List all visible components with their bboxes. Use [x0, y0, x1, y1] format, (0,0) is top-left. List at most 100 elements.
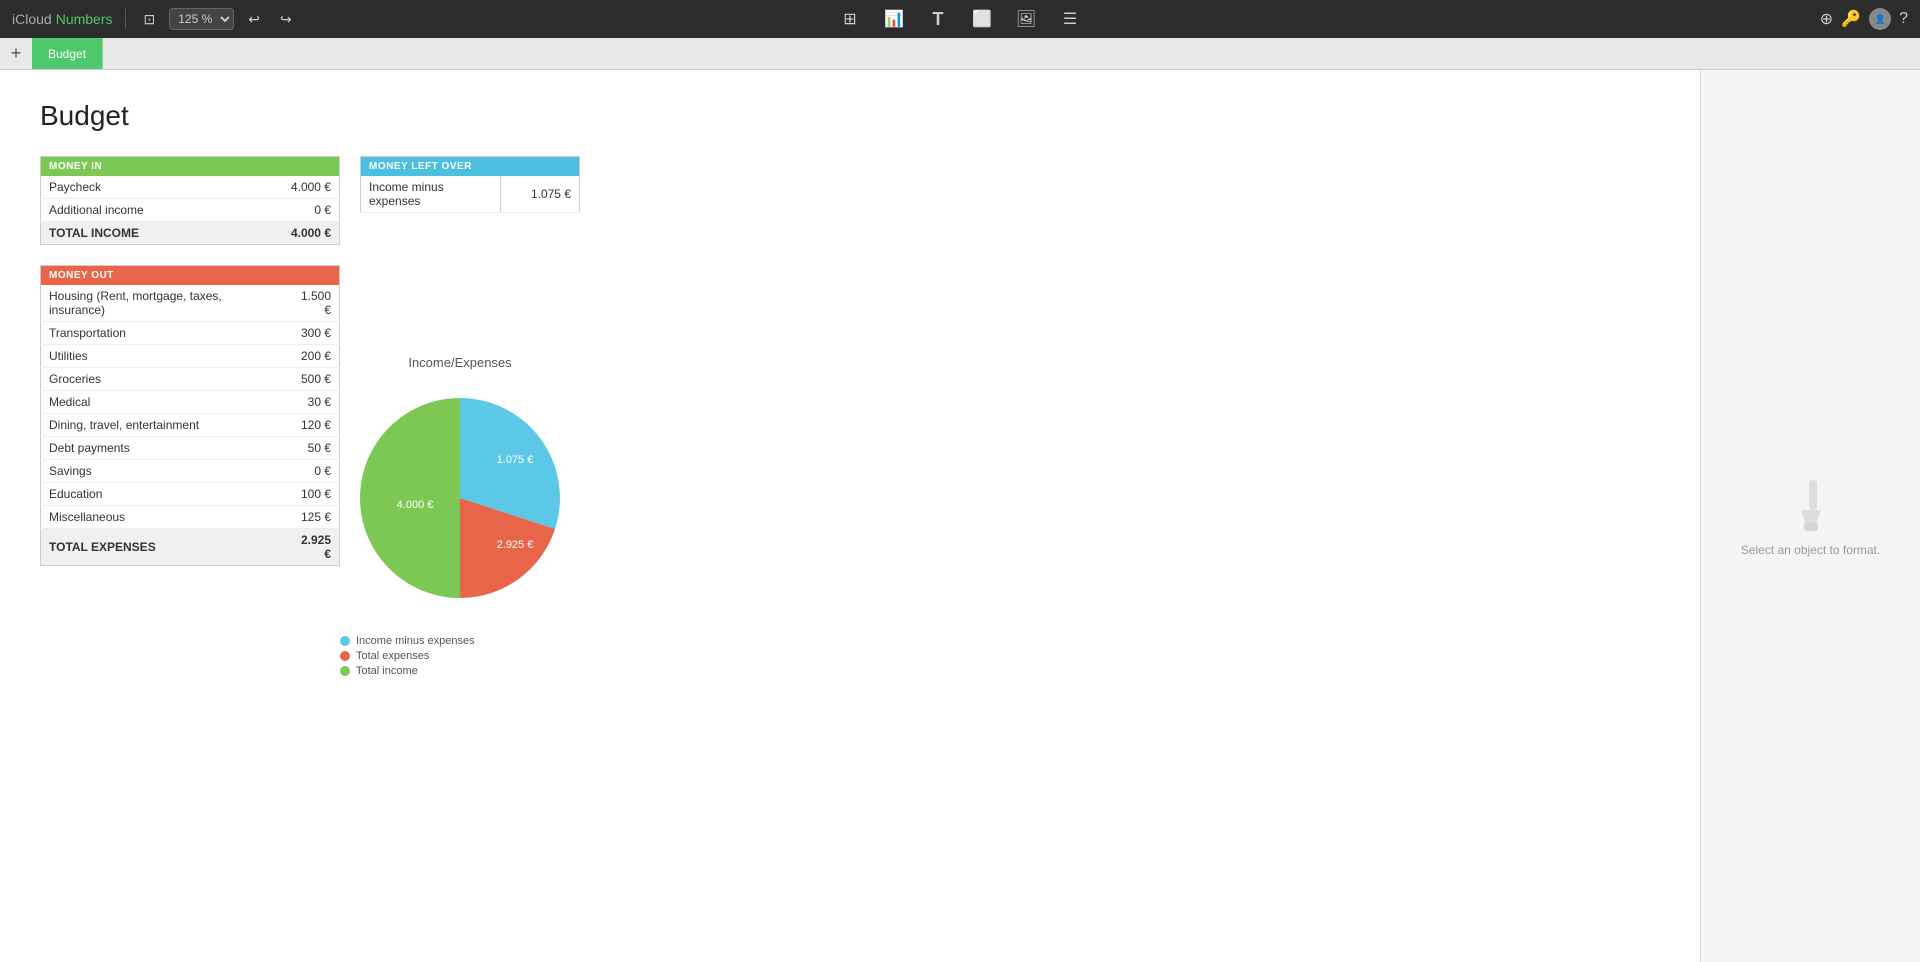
money-left-row-value: 1.075 €	[501, 176, 580, 213]
add-tab-btn[interactable]: +	[0, 38, 32, 69]
money-out-row-value: 100 €	[283, 483, 339, 506]
money-in-table: MONEY IN Paycheck4.000 €Additional incom…	[40, 156, 340, 245]
money-in-row-value: 0 €	[239, 199, 340, 222]
chart-title: Income/Expenses	[340, 355, 580, 370]
tab-budget[interactable]: Budget	[32, 38, 103, 69]
money-out-row-value: 500 €	[283, 368, 339, 391]
money-out-row-value: 50 €	[283, 437, 339, 460]
money-out-row-label: Utilities	[41, 345, 284, 368]
money-out-header: MONEY OUT	[41, 266, 340, 286]
pie-label-left-over: 1.075 €	[497, 454, 534, 466]
text-icon[interactable]: T	[924, 5, 952, 33]
legend-label-expenses: Total expenses	[356, 650, 429, 662]
money-out-row-value: 125 €	[283, 506, 339, 529]
legend-label-income: Total income	[356, 665, 418, 677]
toolbar: iCloud Numbers ⊡ 125 % 50 % 75 % 100 % 1…	[0, 0, 1920, 38]
help-icon[interactable]: ?	[1899, 10, 1908, 28]
legend-label-left-over: Income minus expenses	[356, 635, 475, 647]
money-in-section: MONEY IN Paycheck4.000 €Additional incom…	[40, 156, 340, 245]
table-icon[interactable]: ⊞	[836, 5, 864, 33]
spreadsheet-area: Budget MONEY IN Paycheck4.000 €Additiona…	[0, 70, 1700, 962]
legend-item-income: Total income	[340, 665, 580, 677]
money-out-row: Miscellaneous125 €	[41, 506, 340, 529]
chart-area: Income/Expenses 1.075 € 2.925 € 4.000 €	[340, 355, 580, 680]
right-panel-label: Select an object to format.	[1741, 543, 1880, 557]
money-out-row-label: Medical	[41, 391, 284, 414]
legend-dot-left-over	[340, 636, 350, 646]
money-out-row: Savings0 €	[41, 460, 340, 483]
list-icon[interactable]: ☰	[1056, 5, 1084, 33]
chart-icon[interactable]: 📊	[880, 5, 908, 33]
undo-btn[interactable]: ↩	[242, 9, 266, 30]
money-out-total-label: TOTAL EXPENSES	[41, 529, 284, 566]
shape-icon[interactable]: ⬜	[968, 5, 996, 33]
legend-dot-expenses	[340, 651, 350, 661]
page-title: Budget	[40, 100, 1660, 132]
image-icon[interactable]: 🖼	[1012, 5, 1040, 33]
money-left-section: MONEY LEFT OVER Income minus expenses1.0…	[360, 156, 580, 245]
money-out-row: Transportation300 €	[41, 322, 340, 345]
brand-numbers: Numbers	[56, 11, 113, 27]
redo-btn[interactable]: ↪	[274, 9, 298, 30]
money-out-row-label: Dining, travel, entertainment	[41, 414, 284, 437]
money-out-row: Groceries500 €	[41, 368, 340, 391]
money-out-section: MONEY OUT Housing (Rent, mortgage, taxes…	[40, 265, 1660, 566]
pie-label-income: 4.000 €	[397, 499, 434, 511]
money-out-row: Education100 €	[41, 483, 340, 506]
money-in-total-value: 4.000 €	[239, 222, 340, 245]
money-out-row-value: 120 €	[283, 414, 339, 437]
toolbar-right: ⊕ 🔑 👤 ?	[1820, 8, 1908, 30]
pie-chart: 1.075 € 2.925 € 4.000 €	[340, 378, 580, 618]
avatar: 👤	[1869, 8, 1891, 30]
money-out-row: Utilities200 €	[41, 345, 340, 368]
money-out-row: Debt payments50 €	[41, 437, 340, 460]
money-in-row: Paycheck4.000 €	[41, 176, 340, 199]
money-in-total-row: TOTAL INCOME 4.000 €	[41, 222, 340, 245]
money-in-row: Additional income0 €	[41, 199, 340, 222]
top-tables: MONEY IN Paycheck4.000 €Additional incom…	[40, 156, 1660, 245]
money-out-row: Medical30 €	[41, 391, 340, 414]
window-icon-btn[interactable]: ⊡	[138, 9, 162, 30]
paint-icon-container: Select an object to format.	[1741, 475, 1880, 557]
money-out-row-label: Groceries	[41, 368, 284, 391]
canvas: Budget MONEY IN Paycheck4.000 €Additiona…	[0, 70, 1920, 962]
money-out-header-row: MONEY OUT	[41, 266, 340, 286]
money-out-row-value: 200 €	[283, 345, 339, 368]
legend-item-left-over: Income minus expenses	[340, 635, 580, 647]
pie-legend: Income minus expenses Total expenses Tot…	[340, 635, 580, 677]
avatar-group: 👤	[1869, 8, 1891, 30]
money-left-header: MONEY LEFT OVER	[361, 157, 580, 177]
pie-label-expenses: 2.925 €	[497, 539, 534, 551]
money-in-header-row: MONEY IN	[41, 157, 340, 177]
money-out-row-label: Debt payments	[41, 437, 284, 460]
money-out-row-label: Savings	[41, 460, 284, 483]
add-collaborator-icon[interactable]: ⊕	[1820, 9, 1833, 29]
money-left-row-label: Income minus expenses	[361, 176, 501, 213]
paintbrush-icon	[1781, 475, 1841, 535]
money-left-row: Income minus expenses1.075 €	[361, 176, 580, 213]
money-out-row: Dining, travel, entertainment120 €	[41, 414, 340, 437]
money-in-row-label: Additional income	[41, 199, 239, 222]
money-out-row-value: 0 €	[283, 460, 339, 483]
money-out-row-value: 300 €	[283, 322, 339, 345]
money-out-row-label: Education	[41, 483, 284, 506]
brand-icloud: iCloud	[12, 11, 52, 27]
money-left-header-row: MONEY LEFT OVER	[361, 157, 580, 177]
legend-dot-income	[340, 666, 350, 676]
money-out-total-row: TOTAL EXPENSES 2.925 €	[41, 529, 340, 566]
money-out-row: Housing (Rent, mortgage, taxes, insuranc…	[41, 285, 340, 322]
money-out-total-value: 2.925 €	[283, 529, 339, 566]
right-panel: Select an object to format.	[1700, 70, 1920, 962]
pie-segment-income	[360, 398, 460, 598]
money-in-total-label: TOTAL INCOME	[41, 222, 239, 245]
money-out-row-label: Housing (Rent, mortgage, taxes, insuranc…	[41, 285, 284, 322]
brand: iCloud Numbers	[12, 11, 113, 27]
money-out-row-value: 1.500 €	[283, 285, 339, 322]
tab-bar: + Budget	[0, 38, 1920, 70]
settings-icon[interactable]: 🔑	[1841, 9, 1861, 29]
zoom-select[interactable]: 125 % 50 % 75 % 100 % 150 % 200 %	[169, 8, 234, 30]
money-in-row-value: 4.000 €	[239, 176, 340, 199]
money-in-header: MONEY IN	[41, 157, 340, 177]
money-out-row-label: Transportation	[41, 322, 284, 345]
money-out-row-label: Miscellaneous	[41, 506, 284, 529]
